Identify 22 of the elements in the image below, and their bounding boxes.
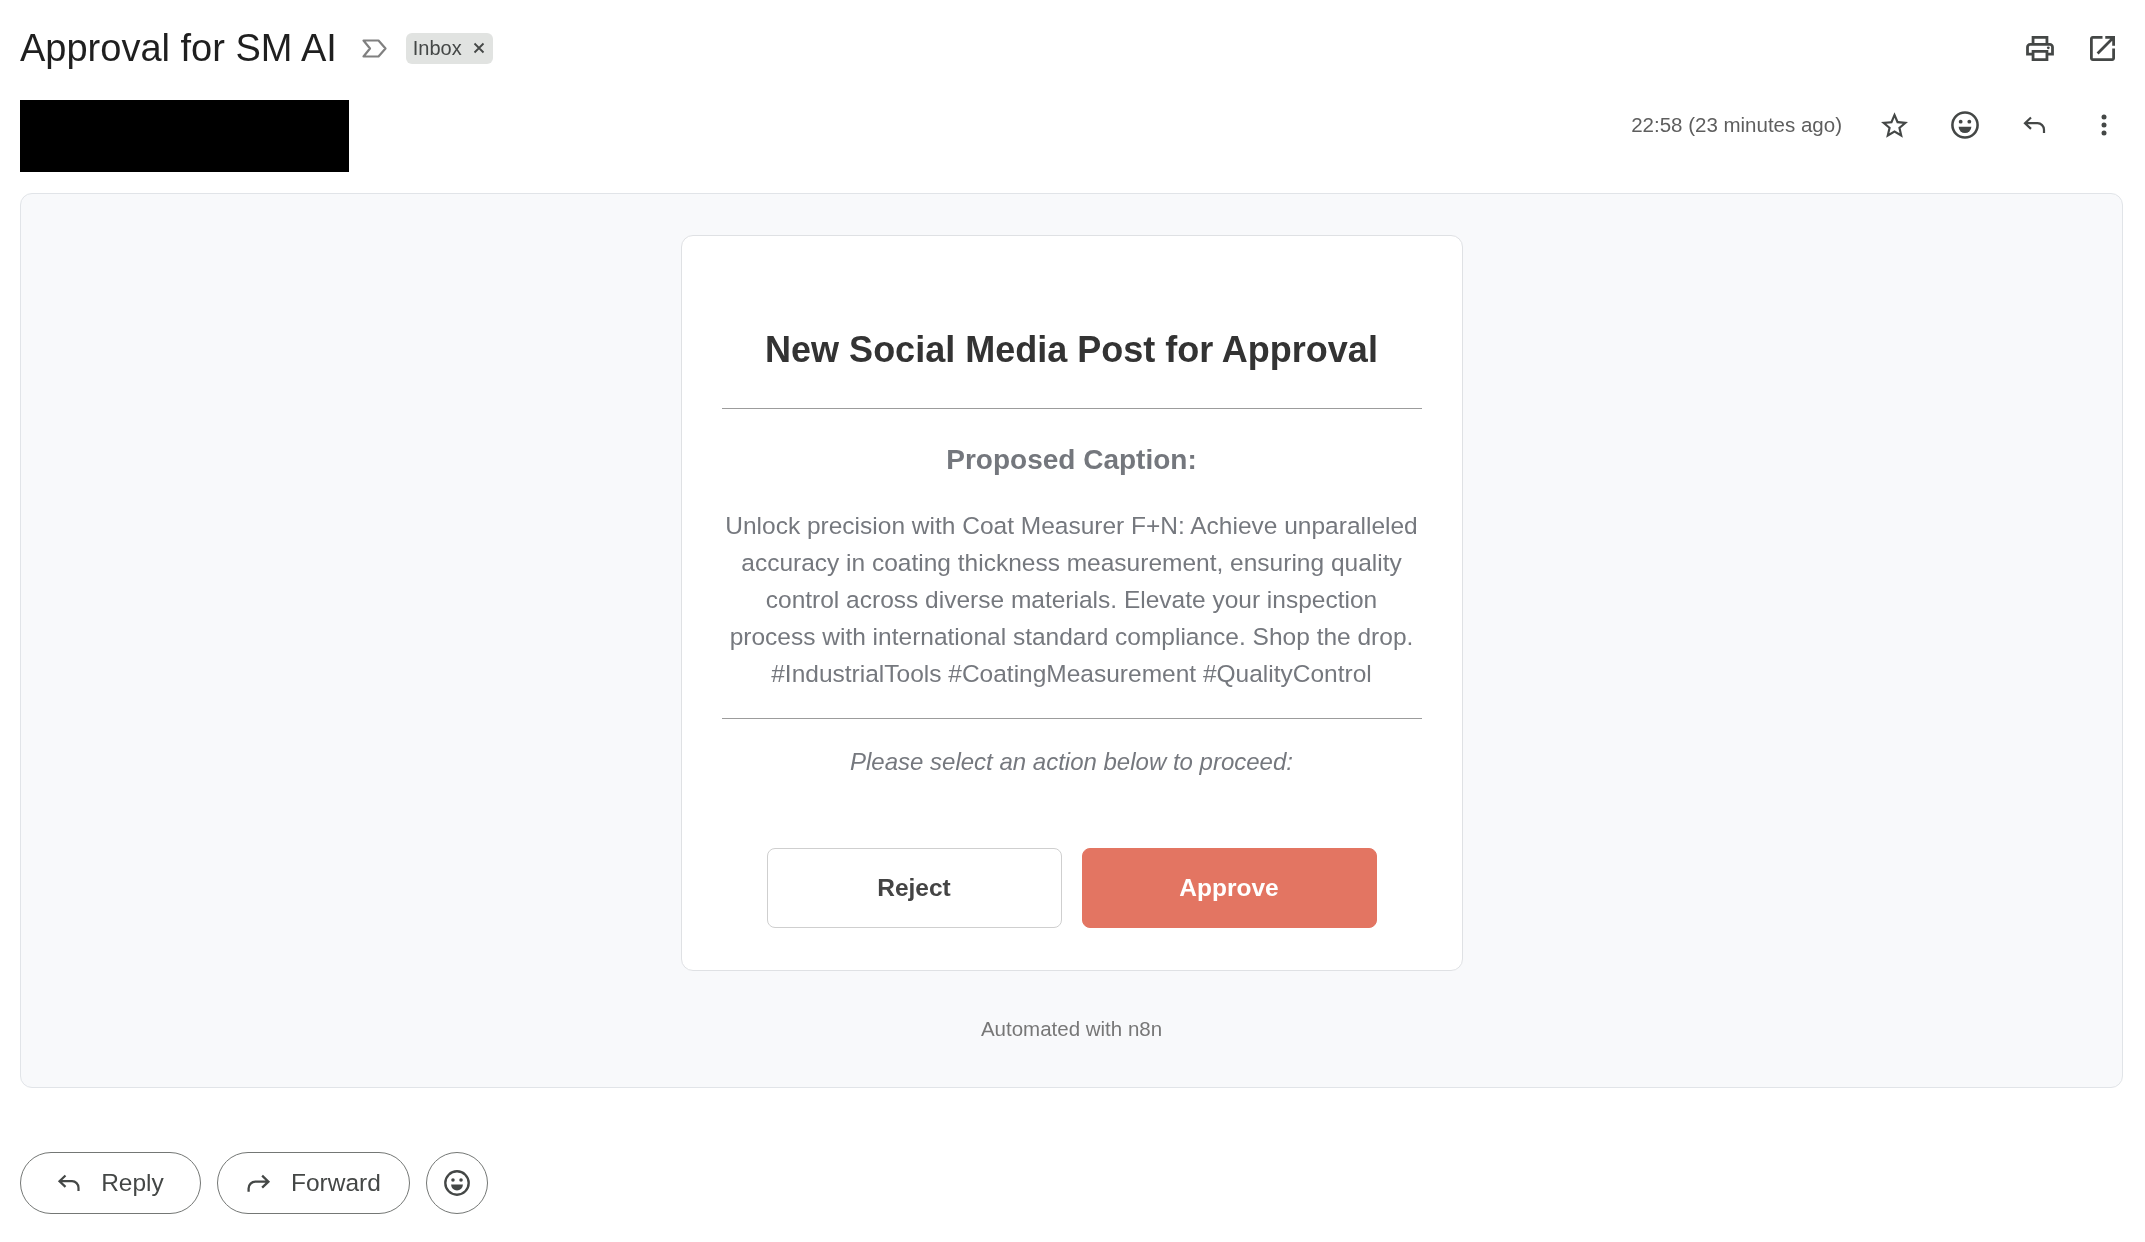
reply-arrow-icon[interactable] — [2022, 116, 2047, 134]
reply-button[interactable]: Reply — [20, 1152, 201, 1214]
reply-arrow-icon — [57, 1174, 82, 1192]
card-title: New Social Media Post for Approval — [765, 328, 1378, 371]
forward-button[interactable]: Forward — [217, 1152, 410, 1214]
print-icon[interactable] — [2026, 35, 2054, 61]
external-link-icon[interactable] — [2090, 35, 2115, 61]
section-heading: Proposed Caption: — [946, 443, 1197, 477]
label-chip[interactable]: Inbox — [405, 32, 493, 64]
star-icon[interactable] — [1881, 112, 1908, 138]
tag-arrow-icon[interactable] — [360, 37, 388, 59]
smiley-icon[interactable] — [1951, 111, 1979, 139]
prompt-text: Please select an action below to proceed: — [850, 747, 1293, 776]
reject-button[interactable]: Reject — [766, 848, 1062, 928]
caption-text: Unlock precision with Coat Measurer F+N: Achieve unparalleled accuracy in coating thickness measurement, ensuring quality control across diverse materials. Elevate your inspection process with international standard compliance. Shop the drop. #IndustrialTools #CoatingMeasurement #QualityControl — [724, 511, 1419, 689]
email-subject: Approval for SM AI — [20, 26, 337, 71]
smiley-icon — [443, 1170, 470, 1196]
footer-note: Automated with n8n — [980, 1017, 1163, 1041]
more-icon[interactable] — [2101, 114, 2107, 136]
timestamp: 22:58 (23 minutes ago) — [1631, 113, 1842, 137]
forward-arrow-icon — [246, 1173, 271, 1193]
close-icon[interactable] — [472, 42, 485, 54]
